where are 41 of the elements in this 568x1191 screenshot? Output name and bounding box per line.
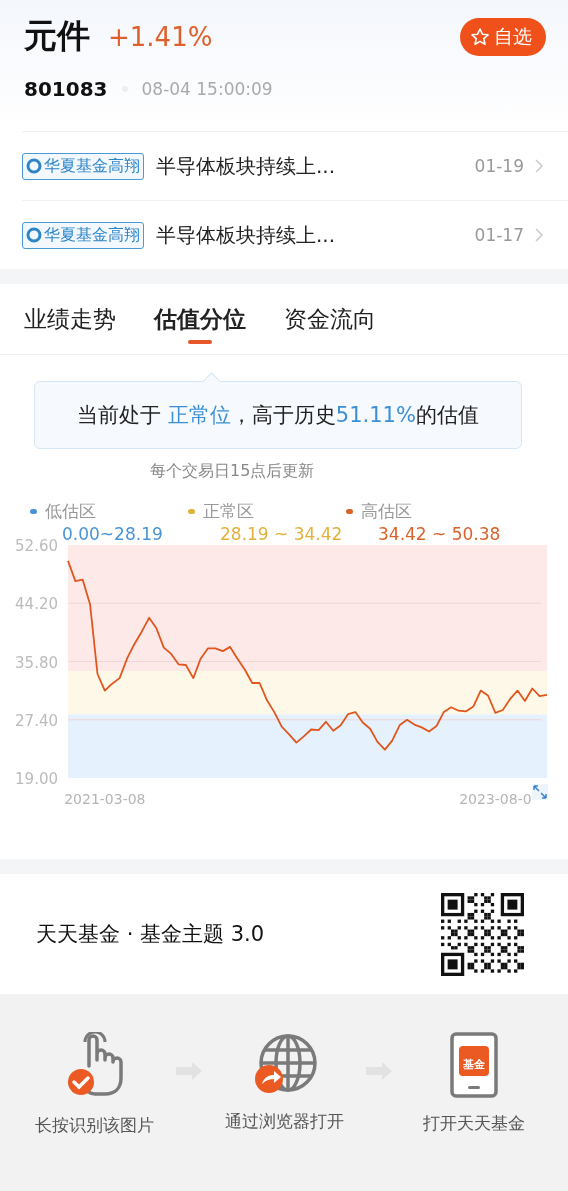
- update-note: 每个交易日15点后更新: [150, 461, 316, 482]
- index-code: 801083: [24, 77, 108, 101]
- y-axis-label: 52.60: [15, 537, 58, 555]
- news-date: 01-17: [474, 225, 524, 245]
- zone-range: 0.00~28.19: [62, 524, 164, 544]
- footer-title: 天天基金 · 基金主题 3.0: [36, 921, 266, 948]
- x-axis-label: 2023-08-0: [459, 791, 532, 805]
- update-time: 08-04 15:00:09: [141, 79, 273, 99]
- circle-icon: [26, 227, 42, 243]
- zone-label: 低估区: [45, 500, 96, 523]
- news-date: 01-19: [474, 156, 524, 176]
- zone-range: 28.19 ~ 34.42: [220, 524, 344, 544]
- phone-app-icon: 基金: [450, 1032, 498, 1098]
- star-icon: [470, 26, 490, 47]
- tab[interactable]: 估值分位: [154, 284, 246, 354]
- zone-label: 高估区: [361, 500, 412, 523]
- zone-label: 正常区: [203, 500, 254, 523]
- news-title: 半导体板块持续上...: [156, 152, 336, 180]
- expand-icon[interactable]: [532, 784, 548, 800]
- step-label: 长按识别该图片: [34, 1114, 154, 1137]
- tab[interactable]: 业绩走势: [24, 284, 116, 354]
- y-axis-label: 35.80: [15, 653, 58, 672]
- index-title: 元件: [24, 15, 90, 57]
- y-axis-label: 27.40: [15, 711, 58, 730]
- valuation-summary: 当前处于 正常位，高于历史51.11%的估值: [77, 402, 479, 429]
- change-percent: +1.41%: [108, 21, 213, 52]
- news-title: 半导体板块持续上...: [156, 221, 336, 249]
- author-tag: 华夏基金高翔: [22, 221, 144, 249]
- circle-icon: [26, 158, 42, 174]
- chevron-right-icon: [534, 158, 544, 174]
- y-axis-label: 19.00: [15, 770, 58, 788]
- news-item[interactable]: 华夏基金高翔 半导体板块持续上... 01-19: [22, 131, 568, 200]
- zone-range: 34.42 ~ 50.38: [378, 524, 502, 544]
- step-label: 打开天天基金: [423, 1112, 525, 1135]
- watchlist-button[interactable]: 自选: [460, 17, 546, 56]
- step-label: 通过浏览器打开: [224, 1110, 344, 1133]
- author-tag: 华夏基金高翔: [22, 152, 144, 180]
- chevron-right-icon: [534, 227, 544, 243]
- tab[interactable]: 资金流向: [284, 284, 376, 354]
- x-axis-label: 2021-03-08: [64, 791, 146, 805]
- y-axis-label: 44.20: [15, 595, 58, 614]
